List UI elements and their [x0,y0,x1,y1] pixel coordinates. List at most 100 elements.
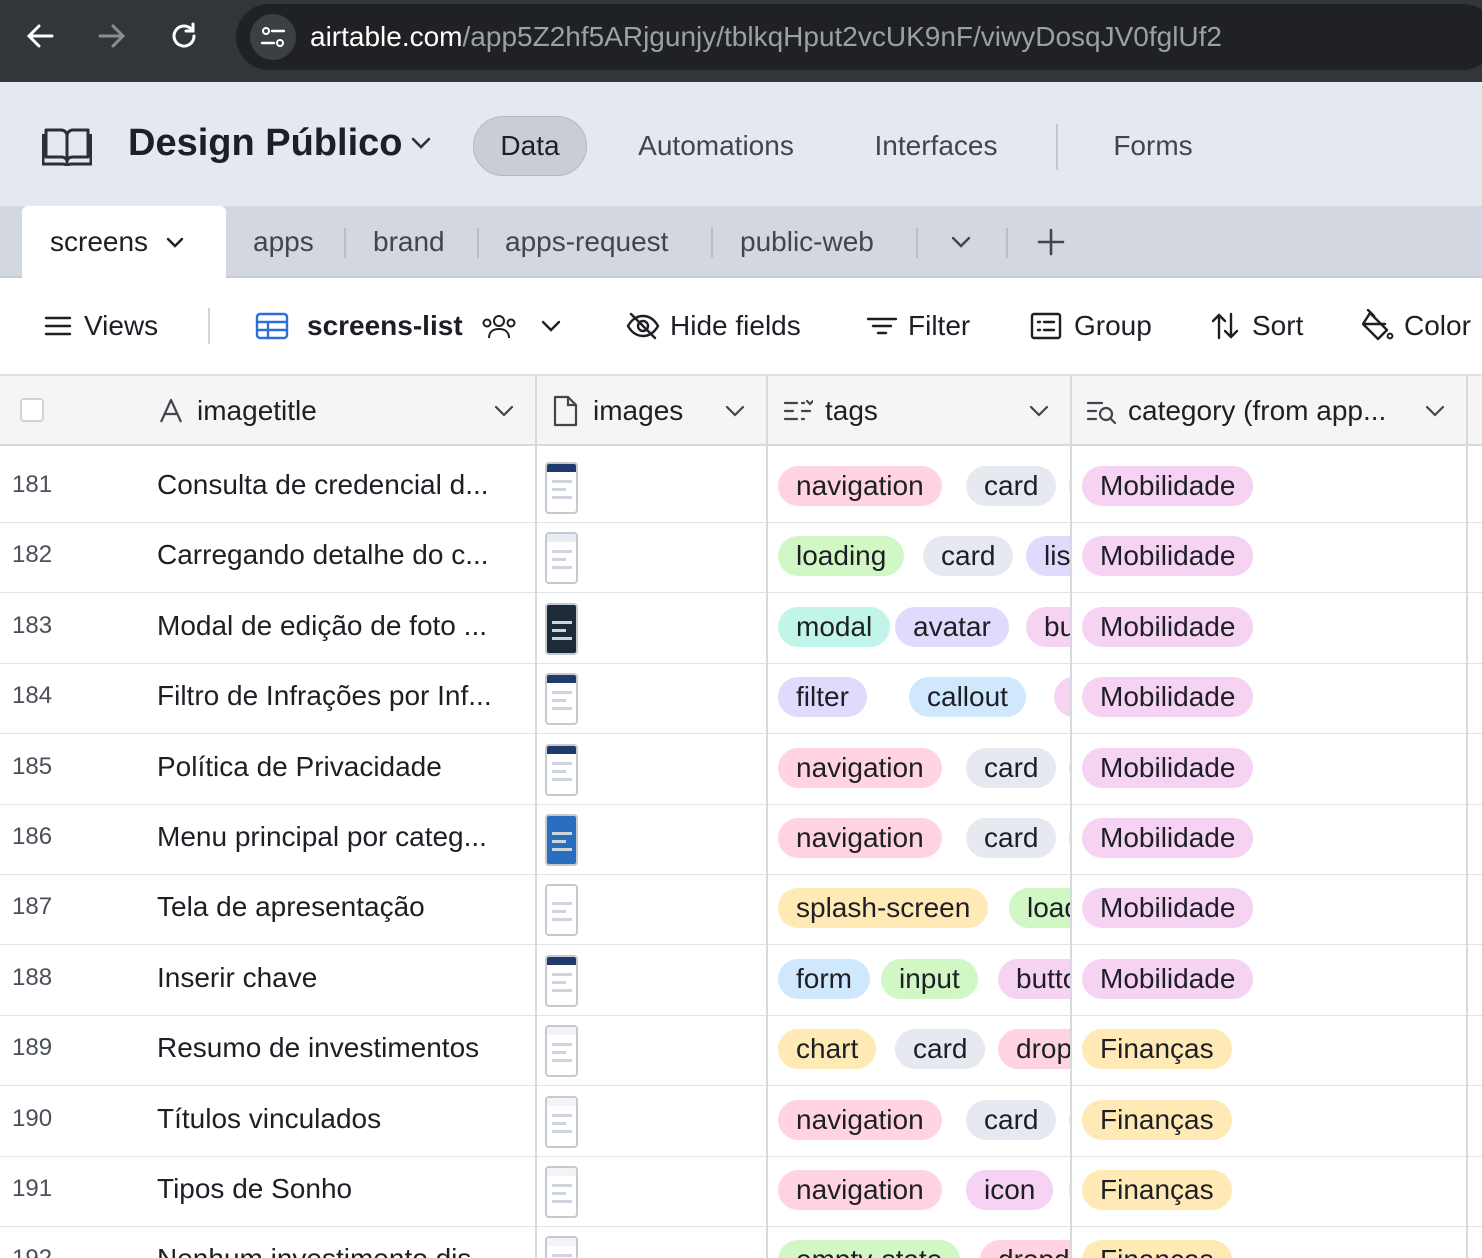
group-button[interactable]: Group [1030,306,1152,346]
site-settings-icon[interactable] [250,14,296,60]
column-header-tags[interactable]: tags [783,376,1023,446]
cell-category[interactable]: Mobilidade [1072,946,1468,1016]
tab-data[interactable]: Data [473,116,587,176]
table-row[interactable]: 191Tipos de SonhonavigationiconcardFinan… [0,1157,1482,1227]
image-thumbnail[interactable] [545,1025,578,1078]
table-row[interactable]: 186 Menu principal por categ... navigation… [0,805,1482,875]
cell-tags[interactable]: chart card dropdown [768,1016,1070,1086]
cell-category[interactable]: Finanças [1072,1157,1468,1227]
cell-category[interactable]: Mobilidade [1072,875,1468,945]
color-button[interactable]: Color [1360,306,1471,346]
cell-category[interactable]: Mobilidade [1072,735,1468,805]
cell-tags[interactable]: splash-screen loading [768,875,1070,945]
table-row[interactable]: 185 Política de Privacidade navigation card… [0,734,1482,805]
image-thumbnail[interactable] [545,462,578,514]
tag-pill: button [1026,606,1070,647]
column-header-category[interactable]: category (from app... [1086,376,1416,446]
more-tables-chevron-icon[interactable] [948,206,974,278]
cell-category[interactable]: Mobilidade [1072,453,1468,523]
table-tab-public-web[interactable]: public-web [740,206,874,278]
image-thumbnail[interactable] [545,743,578,796]
view-switcher[interactable]: screens-list [255,306,563,346]
filter-button[interactable]: Filter [866,306,970,346]
table-row[interactable]: 182 Carregando detalhe do c... loading card… [0,523,1482,594]
cell-tags[interactable]: empty-state dropdown [768,1227,1070,1258]
image-thumbnail[interactable] [545,814,578,866]
reload-icon[interactable] [148,0,220,72]
cell-tags[interactable]: navigationcardmenu [768,805,1070,875]
chevron-down-icon[interactable] [539,314,563,338]
table-row[interactable]: 183 Modal de edição de foto ... modal avata… [0,593,1482,664]
cell-tags[interactable]: loading card list [768,523,1070,593]
column-header-imagetitle[interactable]: imagetitle [157,376,527,446]
image-thumbnail[interactable] [545,1236,578,1258]
table-row[interactable]: 192 Nenhum investimento dis... empty-state… [0,1227,1482,1258]
cell-tags[interactable]: filter callout icon [768,664,1070,734]
cell-tags[interactable]: modalavatar button [768,594,1070,664]
tab-forms[interactable]: Forms [1094,116,1212,176]
cell-imagetitle[interactable]: Inserir chave [157,962,527,994]
table-row[interactable]: 187 Tela de apresentação splash-screen load… [0,875,1482,946]
chevron-down-icon[interactable] [722,398,748,424]
chevron-down-icon[interactable] [1026,398,1052,424]
base-title[interactable]: Design Público [128,122,402,165]
sort-button[interactable]: Sort [1210,306,1303,346]
image-thumbnail[interactable] [545,532,578,585]
cell-imagetitle[interactable]: Consulta de credencial d... [157,469,527,501]
select-all-checkbox[interactable] [20,398,44,422]
cell-imagetitle[interactable]: Menu principal por categ... [157,821,527,853]
hide-fields-button[interactable]: Hide fields [626,306,801,346]
cell-imagetitle[interactable]: Títulos vinculados [157,1103,527,1135]
table-row[interactable]: 184 Filtro de Infrações por Inf... filter c… [0,664,1482,735]
sort-label: Sort [1252,310,1304,341]
column-header-images[interactable]: images [551,376,731,446]
cell-category[interactable]: Finanças [1072,1227,1468,1258]
table-tab-apps-request[interactable]: apps-request [505,206,668,278]
cell-imagetitle[interactable]: Nenhum investimento dis... [157,1243,527,1258]
table-tab-screens[interactable]: screens [22,206,226,278]
cell-imagetitle[interactable]: Resumo de investimentos [157,1032,527,1064]
cell-category[interactable]: Finanças [1072,1016,1468,1086]
cell-tags[interactable]: navigationiconcard [768,1157,1070,1227]
forward-icon[interactable] [76,0,148,72]
cell-tags[interactable]: navigationcardtext [768,735,1070,805]
chevron-down-icon[interactable] [491,398,517,424]
cell-tags[interactable]: navigationcardlist [768,453,1070,523]
cell-imagetitle[interactable]: Tela de apresentação [157,891,527,923]
table-row[interactable]: 181 Consulta de credencial d... navigation… [0,453,1482,523]
table-row[interactable]: 188 Inserir chave form input button Mobilidad… [0,945,1482,1016]
chevron-down-icon[interactable] [164,231,186,253]
back-icon[interactable] [4,0,76,72]
image-thumbnail[interactable] [545,1095,578,1148]
cell-imagetitle[interactable]: Tipos de Sonho [157,1173,527,1205]
cell-imagetitle[interactable]: Modal de edição de foto ... [157,610,527,642]
table-tab-apps[interactable]: apps [253,206,314,278]
cell-imagetitle[interactable]: Política de Privacidade [157,751,527,783]
views-button[interactable]: Views [44,306,158,346]
chevron-down-icon[interactable] [408,130,434,156]
cell-category[interactable]: Mobilidade [1072,805,1468,875]
book-icon [41,124,93,168]
image-thumbnail[interactable] [545,1166,578,1218]
table-tab-brand[interactable]: brand [373,206,445,278]
cell-category[interactable]: Mobilidade [1072,664,1468,734]
address-bar[interactable]: airtable.com/app5Z2hf5ARjgunjy/tblkqHput… [236,4,1482,70]
tab-interfaces[interactable]: Interfaces [852,116,1020,176]
image-thumbnail[interactable] [545,884,578,937]
table-row[interactable]: 190Títulos vinculadosnavigationcardlistF… [0,1086,1482,1157]
tag-pill: filter [778,677,867,718]
cell-category[interactable]: Mobilidade [1072,594,1468,664]
tab-automations[interactable]: Automations [614,116,818,176]
table-row[interactable]: 189 Resumo de investimentos chart card dropd… [0,1016,1482,1087]
chevron-down-icon[interactable] [1422,398,1448,424]
cell-category[interactable]: Mobilidade [1072,523,1468,593]
image-thumbnail[interactable] [545,673,578,726]
add-table-plus-icon[interactable] [1036,206,1066,278]
cell-imagetitle[interactable]: Carregando detalhe do c... [157,539,527,571]
cell-imagetitle[interactable]: Filtro de Infrações por Inf... [157,680,527,712]
cell-tags[interactable]: form input button [768,946,1070,1016]
cell-category[interactable]: Finanças [1072,1087,1468,1157]
cell-tags[interactable]: navigationcardlist [768,1087,1070,1157]
image-thumbnail[interactable] [545,954,578,1007]
image-thumbnail[interactable] [545,602,578,655]
